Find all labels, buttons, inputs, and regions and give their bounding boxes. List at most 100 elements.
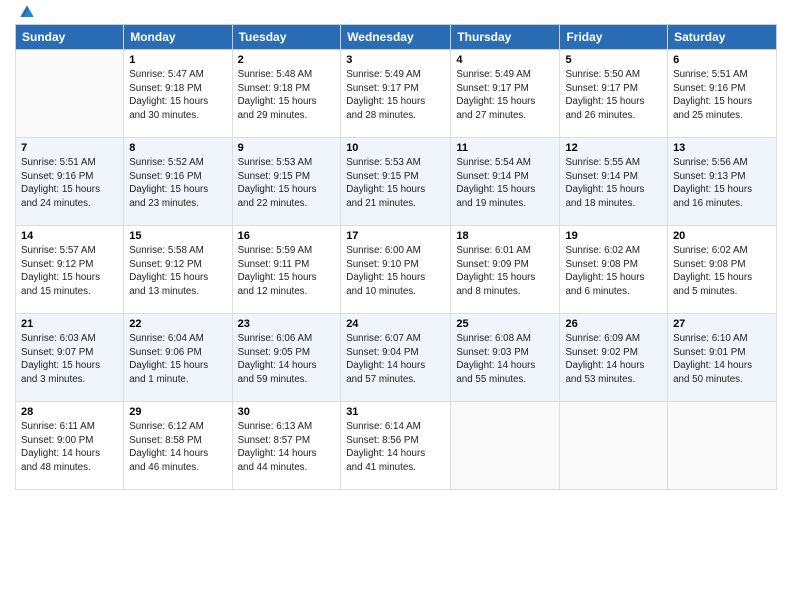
day-number: 25: [456, 318, 554, 330]
page: SundayMondayTuesdayWednesdayThursdayFrid…: [0, 0, 792, 500]
day-number: 9: [238, 142, 336, 154]
calendar-cell: 7Sunrise: 5:51 AMSunset: 9:16 PMDaylight…: [16, 138, 124, 226]
weekday-header-tuesday: Tuesday: [232, 25, 341, 50]
cell-content: Sunrise: 6:07 AMSunset: 9:04 PMDaylight:…: [346, 332, 445, 387]
calendar-cell: 11Sunrise: 5:54 AMSunset: 9:14 PMDayligh…: [451, 138, 560, 226]
day-number: 22: [129, 318, 226, 330]
day-number: 13: [673, 142, 771, 154]
calendar-week-row: 1 Sunrise: 5:47 AMSunset: 9:18 PMDaylight…: [16, 50, 777, 138]
day-number: 17: [346, 230, 445, 242]
calendar-cell: 16 Sunrise: 5:59 AMSunset: 9:11 PMDayligh…: [232, 226, 341, 314]
day-number: 6: [673, 54, 771, 66]
calendar-cell: 19 Sunrise: 6:02 AMSunset: 9:08 PMDayligh…: [560, 226, 668, 314]
cell-content: Sunrise: 6:01 AMSunset: 9:09 PMDaylight:…: [456, 244, 554, 299]
calendar-cell: 14 Sunrise: 5:57 AMSunset: 9:12 PMDayligh…: [16, 226, 124, 314]
cell-content: Sunrise: 6:02 AMSunset: 9:08 PMDaylight:…: [673, 244, 771, 299]
calendar-cell: 1 Sunrise: 5:47 AMSunset: 9:18 PMDaylight…: [124, 50, 232, 138]
day-number: 1: [129, 54, 226, 66]
day-number: 8: [129, 142, 226, 154]
day-number: 24: [346, 318, 445, 330]
weekday-header-saturday: Saturday: [668, 25, 777, 50]
day-number: 15: [129, 230, 226, 242]
day-number: 3: [346, 54, 445, 66]
calendar-cell: 22 Sunrise: 6:04 AMSunset: 9:06 PMDayligh…: [124, 314, 232, 402]
cell-content: Sunrise: 6:04 AMSunset: 9:06 PMDaylight:…: [129, 332, 226, 387]
cell-content: Sunrise: 6:06 AMSunset: 9:05 PMDaylight:…: [238, 332, 336, 387]
cell-content: Sunrise: 6:08 AMSunset: 9:03 PMDaylight:…: [456, 332, 554, 387]
calendar-cell: 20Sunrise: 6:02 AMSunset: 9:08 PMDayligh…: [668, 226, 777, 314]
cell-content: Sunrise: 5:56 AMSunset: 9:13 PMDaylight:…: [673, 156, 771, 211]
cell-content: Sunrise: 5:52 AMSunset: 9:16 PMDaylight:…: [129, 156, 226, 211]
calendar-cell: 4 Sunrise: 5:49 AMSunset: 9:17 PMDaylight…: [451, 50, 560, 138]
calendar-cell: 28 Sunrise: 6:11 AMSunset: 9:00 PMDayligh…: [16, 402, 124, 490]
cell-content: Sunrise: 6:02 AMSunset: 9:08 PMDaylight:…: [565, 244, 662, 299]
calendar-week-row: 28 Sunrise: 6:11 AMSunset: 9:00 PMDayligh…: [16, 402, 777, 490]
day-number: 27: [673, 318, 771, 330]
day-number: 31: [346, 406, 445, 418]
day-number: 29: [129, 406, 226, 418]
cell-content: Sunrise: 5:57 AMSunset: 9:12 PMDaylight:…: [21, 244, 118, 299]
cell-content: Sunrise: 5:48 AMSunset: 9:18 PMDaylight:…: [238, 68, 336, 123]
calendar-cell: 10Sunrise: 5:53 AMSunset: 9:15 PMDayligh…: [341, 138, 451, 226]
cell-content: Sunrise: 6:09 AMSunset: 9:02 PMDaylight:…: [565, 332, 662, 387]
cell-content: Sunrise: 6:03 AMSunset: 9:07 PMDaylight:…: [21, 332, 118, 387]
day-number: 5: [565, 54, 662, 66]
weekday-header-thursday: Thursday: [451, 25, 560, 50]
calendar-cell: 17Sunrise: 6:00 AMSunset: 9:10 PMDayligh…: [341, 226, 451, 314]
cell-content: Sunrise: 5:49 AMSunset: 9:17 PMDaylight:…: [346, 68, 445, 123]
day-number: 4: [456, 54, 554, 66]
cell-content: Sunrise: 6:10 AMSunset: 9:01 PMDaylight:…: [673, 332, 771, 387]
day-number: 18: [456, 230, 554, 242]
day-number: 16: [238, 230, 336, 242]
day-number: 19: [565, 230, 662, 242]
cell-content: Sunrise: 5:49 AMSunset: 9:17 PMDaylight:…: [456, 68, 554, 123]
calendar-cell: 18 Sunrise: 6:01 AMSunset: 9:09 PMDayligh…: [451, 226, 560, 314]
calendar-cell: [16, 50, 124, 138]
cell-content: Sunrise: 5:53 AMSunset: 9:15 PMDaylight:…: [238, 156, 336, 211]
day-number: 14: [21, 230, 118, 242]
calendar-cell: 15 Sunrise: 5:58 AMSunset: 9:12 PMDayligh…: [124, 226, 232, 314]
calendar-cell: 24 Sunrise: 6:07 AMSunset: 9:04 PMDayligh…: [341, 314, 451, 402]
cell-content: Sunrise: 5:58 AMSunset: 9:12 PMDaylight:…: [129, 244, 226, 299]
day-number: 30: [238, 406, 336, 418]
calendar-cell: 29Sunrise: 6:12 AMSunset: 8:58 PMDayligh…: [124, 402, 232, 490]
calendar-cell: 25 Sunrise: 6:08 AMSunset: 9:03 PMDayligh…: [451, 314, 560, 402]
cell-content: Sunrise: 5:51 AMSunset: 9:16 PMDaylight:…: [673, 68, 771, 123]
day-number: 21: [21, 318, 118, 330]
calendar-cell: 26 Sunrise: 6:09 AMSunset: 9:02 PMDayligh…: [560, 314, 668, 402]
calendar-cell: 23 Sunrise: 6:06 AMSunset: 9:05 PMDayligh…: [232, 314, 341, 402]
calendar-cell: [668, 402, 777, 490]
calendar-cell: 3 Sunrise: 5:49 AMSunset: 9:17 PMDaylight…: [341, 50, 451, 138]
calendar-cell: [451, 402, 560, 490]
weekday-header-wednesday: Wednesday: [341, 25, 451, 50]
day-number: 26: [565, 318, 662, 330]
cell-content: Sunrise: 5:54 AMSunset: 9:14 PMDaylight:…: [456, 156, 554, 211]
header: [15, 10, 777, 18]
calendar-cell: [560, 402, 668, 490]
day-number: 28: [21, 406, 118, 418]
cell-content: Sunrise: 5:51 AMSunset: 9:16 PMDaylight:…: [21, 156, 118, 211]
cell-content: Sunrise: 6:13 AMSunset: 8:57 PMDaylight:…: [238, 420, 336, 475]
weekday-header-monday: Monday: [124, 25, 232, 50]
calendar-cell: 2 Sunrise: 5:48 AMSunset: 9:18 PMDaylight…: [232, 50, 341, 138]
logo-icon: [17, 2, 37, 22]
cell-content: Sunrise: 6:14 AMSunset: 8:56 PMDaylight:…: [346, 420, 445, 475]
day-number: 2: [238, 54, 336, 66]
cell-content: Sunrise: 5:50 AMSunset: 9:17 PMDaylight:…: [565, 68, 662, 123]
calendar-cell: 13 Sunrise: 5:56 AMSunset: 9:13 PMDayligh…: [668, 138, 777, 226]
cell-content: Sunrise: 5:47 AMSunset: 9:18 PMDaylight:…: [129, 68, 226, 123]
cell-content: Sunrise: 6:11 AMSunset: 9:00 PMDaylight:…: [21, 420, 118, 475]
calendar-cell: 12Sunrise: 5:55 AMSunset: 9:14 PMDayligh…: [560, 138, 668, 226]
day-number: 23: [238, 318, 336, 330]
calendar-week-row: 7Sunrise: 5:51 AMSunset: 9:16 PMDaylight…: [16, 138, 777, 226]
weekday-header-row: SundayMondayTuesdayWednesdayThursdayFrid…: [16, 25, 777, 50]
day-number: 10: [346, 142, 445, 154]
weekday-header-friday: Friday: [560, 25, 668, 50]
calendar-cell: 8 Sunrise: 5:52 AMSunset: 9:16 PMDaylight…: [124, 138, 232, 226]
weekday-header-sunday: Sunday: [16, 25, 124, 50]
calendar-week-row: 21 Sunrise: 6:03 AMSunset: 9:07 PMDayligh…: [16, 314, 777, 402]
calendar-cell: 5 Sunrise: 5:50 AMSunset: 9:17 PMDaylight…: [560, 50, 668, 138]
cell-content: Sunrise: 5:59 AMSunset: 9:11 PMDaylight:…: [238, 244, 336, 299]
day-number: 12: [565, 142, 662, 154]
calendar-table: SundayMondayTuesdayWednesdayThursdayFrid…: [15, 24, 777, 490]
